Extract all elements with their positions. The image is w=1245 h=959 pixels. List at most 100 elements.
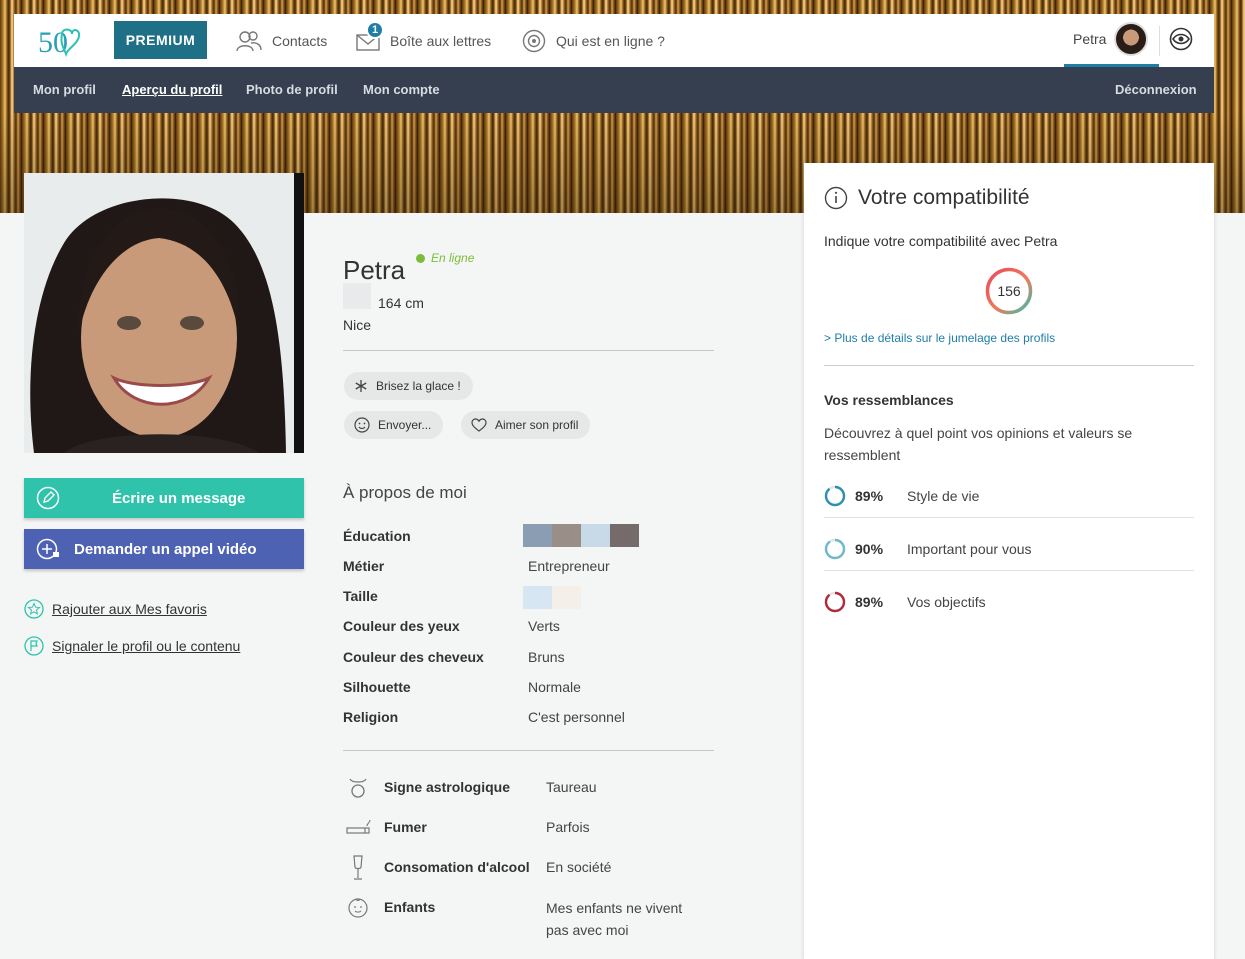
like-profile-button[interactable]: Aimer son profil [461, 411, 591, 439]
compatibility-score: 156 [997, 283, 1021, 299]
color-swatch [552, 524, 581, 547]
attr-value-job: Entrepreneur [528, 558, 610, 574]
child-face-icon [348, 898, 368, 918]
nav-online-label: Qui est en ligne ? [556, 32, 665, 49]
profile-photo-portrait [24, 173, 294, 453]
height-value-swatches [523, 586, 581, 609]
age-placeholder [343, 283, 371, 309]
smiley-icon [354, 417, 370, 433]
resemblance-row[interactable]: 90% Important pour vous [824, 522, 1194, 575]
profile-photo[interactable] [24, 173, 304, 453]
mailbox-unread-badge: 1 [366, 21, 384, 39]
attr-value-hair-color: Bruns [528, 649, 565, 665]
resemblance-label: Important pour vous [907, 540, 1032, 557]
lifestyle-label-children: Enfants [384, 899, 436, 915]
report-profile-link[interactable]: Signaler le profil ou le contenu [24, 636, 240, 656]
nav-contacts-label: Contacts [272, 32, 328, 49]
divider [824, 517, 1194, 518]
user-name: Petra [1073, 31, 1107, 47]
resemblance-percentage: 89% [855, 593, 884, 610]
resemblances-description: Découvrez à quel point vos opinions et v… [824, 425, 1133, 463]
write-message-label: Écrire un message [112, 489, 246, 507]
cigarette-icon [346, 819, 371, 834]
lifestyle-label-smoking: Fumer [384, 819, 427, 835]
color-swatch [523, 524, 552, 547]
percentage-ring-icon [824, 538, 846, 559]
resemblance-row[interactable]: 89% Vos objectifs [824, 575, 1194, 628]
nav-contacts[interactable]: Contacts [236, 14, 327, 67]
profile-height: 164 cm [378, 295, 424, 311]
nav-mailbox[interactable]: 1 Boîte aux lettres [356, 14, 491, 67]
attr-label-silhouette: Silhouette [343, 679, 411, 695]
resemblance-row[interactable]: 89% Style de vie [824, 469, 1194, 522]
lifestyle-value-alcohol: En société [546, 859, 612, 875]
attr-label-eye-color: Couleur des yeux [343, 618, 460, 634]
divider [343, 750, 714, 751]
percentage-ring-icon [824, 591, 846, 612]
divider [1159, 26, 1160, 56]
radar-icon [522, 29, 546, 52]
subnav-profile-preview[interactable]: Aperçu du profil [122, 67, 222, 113]
logout-link[interactable]: Déconnexion [1115, 67, 1197, 113]
divider [343, 350, 714, 351]
profile-name: Petra [343, 255, 406, 285]
attr-value-silhouette: Normale [528, 679, 581, 695]
percentage-ring-icon [824, 485, 846, 506]
lifestyle-value-smoking: Parfois [546, 819, 590, 835]
send-button[interactable]: Envoyer... [344, 411, 444, 439]
compatibility-title: Votre compatibilité [824, 186, 1030, 210]
lifestyle-value-children: Mes enfants ne vivent pas avec moi [546, 897, 682, 941]
top-navigation-bar: 50 PREMIUM Contacts 1 Boîte aux lettres … [14, 14, 1214, 67]
icebreaker-label: Brisez la glace ! [376, 379, 461, 393]
zodiac-taurus-icon [349, 778, 367, 798]
snowflake-icon [355, 380, 367, 392]
color-swatch [610, 524, 639, 547]
attr-value-eye-color: Verts [528, 618, 560, 634]
premium-button[interactable]: PREMIUM [114, 21, 207, 59]
attr-label-hair-color: Couleur des cheveux [343, 649, 484, 665]
subnav-profile-photo[interactable]: Photo de profil [246, 67, 338, 113]
resemblance-percentage: 90% [855, 540, 884, 557]
eye-icon[interactable] [1169, 27, 1193, 51]
matching-details-link[interactable]: > Plus de détails sur le jumelage des pr… [824, 331, 1055, 345]
resemblance-label: Vos objectifs [907, 593, 986, 610]
online-dot [416, 253, 425, 263]
divider [824, 365, 1194, 366]
children-value-line1: Mes enfants ne vivent [546, 900, 683, 916]
request-video-call-button[interactable]: Demander un appel vidéo [24, 529, 304, 569]
compatibility-title-text: Votre compatibilité [858, 186, 1030, 209]
icebreaker-button[interactable]: Brisez la glace ! [344, 372, 473, 400]
resemblances-title: Vos ressemblances [824, 392, 954, 408]
favorites-label: Rajouter aux Mes favoris [52, 601, 207, 617]
attr-label-height: Taille [343, 588, 378, 604]
education-value-swatches [523, 524, 639, 547]
like-label: Aimer son profil [495, 418, 579, 432]
subnav-my-account[interactable]: Mon compte [363, 67, 440, 113]
online-status-label: En ligne [431, 251, 475, 265]
attr-label-education: Éducation [343, 528, 411, 544]
online-status: En ligne [416, 251, 474, 265]
attr-label-job: Métier [343, 558, 385, 574]
nav-who-is-online[interactable]: Qui est en ligne ? [522, 14, 665, 67]
send-label: Envoyer... [378, 418, 432, 432]
subnav-my-profile[interactable]: Mon profil [33, 67, 96, 113]
add-to-favorites-link[interactable]: Rajouter aux Mes favoris [24, 599, 207, 619]
resemblance-label: Style de vie [907, 487, 980, 504]
write-message-button[interactable]: Écrire un message [24, 478, 304, 518]
compatibility-panel: Votre compatibilité Indique votre compat… [804, 163, 1214, 959]
attr-value-religion: C'est personnel [528, 709, 625, 725]
lifestyle-value-zodiac: Taureau [546, 779, 597, 795]
user-menu[interactable]: Petra [1064, 14, 1159, 67]
champagne-glass-icon [353, 855, 363, 880]
profile-city: Nice [343, 317, 372, 333]
report-label: Signaler le profil ou le contenu [52, 638, 241, 654]
nav-mailbox-label: Boîte aux lettres [390, 32, 492, 49]
site-logo-icon[interactable]: 50 [38, 20, 80, 60]
color-swatch [552, 586, 581, 609]
pencil-bubble-icon [36, 486, 60, 510]
profile-subnav: Mon profil Aperçu du profil Photo de pro… [14, 67, 1214, 113]
video-call-label: Demander un appel vidéo [74, 540, 257, 558]
info-icon[interactable] [824, 186, 848, 210]
compatibility-subtitle: Indique votre compatibilité avec Petra [824, 233, 1058, 249]
lifestyle-label-alcohol: Consomation d'alcool [384, 859, 530, 875]
